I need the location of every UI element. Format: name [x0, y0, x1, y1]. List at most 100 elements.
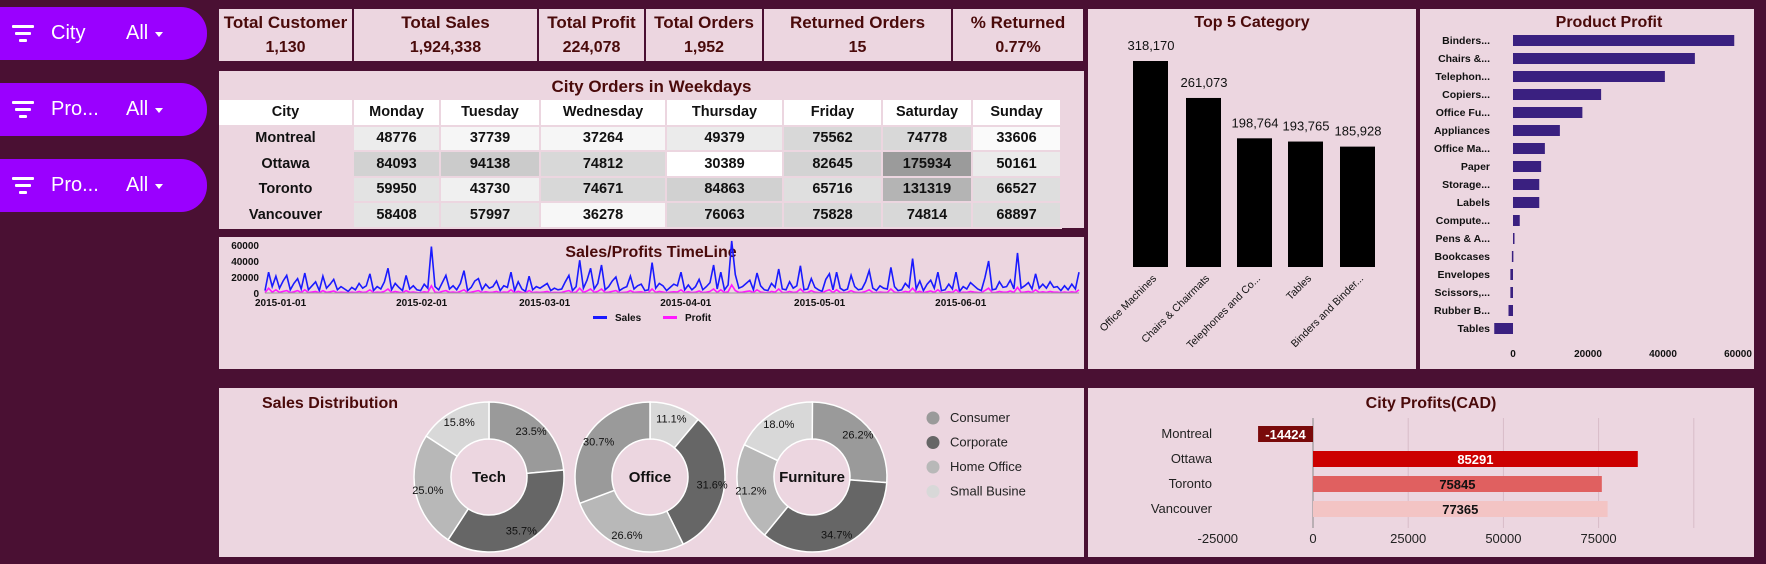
bar-data-label: 193,765 [1283, 119, 1330, 134]
heatmap-cell: 75828 [783, 202, 883, 229]
legend-swatch [926, 485, 940, 498]
heatmap-cell: 74671 [540, 176, 667, 203]
table-row: Ottawa 84093 94138 74812 30389 82645 175934 501… [219, 151, 1062, 178]
bar-data-label: 77365 [1442, 502, 1478, 517]
bar [1494, 323, 1513, 334]
bar [1513, 125, 1560, 136]
slice-label: 26.2% [842, 430, 873, 442]
heatmap-cell: 48776 [353, 125, 441, 152]
heatmap-cell: 84863 [666, 176, 784, 203]
heatmap-cell: 43730 [440, 176, 541, 203]
product-profit-chart: Product Profit Binders... Chairs &... Telep… [1434, 14, 1752, 360]
table-row: Montreal 48776 37739 37264 49379 75562 74778 33… [219, 125, 1062, 152]
kpi-returned-orders: Returned Orders 15 [764, 9, 951, 61]
kpi-title: Total Orders [654, 13, 754, 32]
x-tick-label: 50000 [1485, 531, 1521, 546]
bar [1513, 179, 1540, 190]
x-tick-label: -25000 [1198, 531, 1238, 546]
bar [1510, 287, 1513, 298]
legend-label-sales: Sales [615, 313, 642, 324]
x-tick-label: Tables [1284, 273, 1314, 303]
heatmap-cell: 74812 [540, 151, 667, 178]
y-tick-label: Copiers... [1442, 89, 1490, 101]
city-profits-chart: City Profits(CAD) Montreal -14424 Ottawa 852… [1151, 395, 1695, 546]
chevron-down-icon[interactable] [155, 32, 163, 37]
heatmap-cell: 58408 [353, 202, 441, 229]
kpi-total-orders: Total Orders 1,952 [646, 9, 762, 61]
filter-value[interactable]: All [126, 174, 148, 197]
x-tick-label: 0 [1309, 531, 1316, 546]
bar [1513, 143, 1545, 154]
x-tick-label: 2015-04-01 [660, 298, 712, 309]
heatmap-cell: 57997 [440, 202, 541, 229]
kpi-value: 224,078 [562, 39, 621, 56]
legend-swatch [926, 411, 940, 425]
y-tick-label: Compute... [1436, 215, 1490, 227]
table-row: Vancouver 58408 57997 36278 76063 75828 74814 6… [219, 202, 1062, 229]
filter-value[interactable]: All [126, 22, 148, 45]
bar [1340, 146, 1375, 267]
chevron-down-icon[interactable] [155, 108, 163, 113]
heatmap-cell: 76063 [666, 202, 784, 229]
y-tick-label: Tables [1458, 323, 1491, 335]
city-cell: Toronto [219, 176, 354, 203]
bar [1513, 53, 1695, 64]
filter-city[interactable]: City All [0, 7, 207, 60]
city-orders-table: City Monday Tuesday Wednesday Thursday F… [219, 100, 1062, 229]
y-tick-label: Pens & A... [1436, 233, 1491, 245]
heatmap-cell: 30389 [666, 151, 784, 178]
heatmap-cell: 74778 [882, 125, 973, 152]
filter-label: City [51, 22, 86, 44]
sales-distribution-chart: Sales Distribution 23.5% 35.7% 25.0% 15.8% Te… [262, 395, 1026, 553]
filter-product[interactable]: Pro... All [0, 83, 207, 136]
x-tick-label: 2015-05-01 [794, 298, 846, 309]
legend-label: Home Office [950, 459, 1022, 474]
city-cell: Vancouver [219, 202, 354, 229]
bar-data-label: 261,073 [1181, 75, 1228, 90]
y-tick-label: Office Ma... [1434, 143, 1490, 155]
bar [1513, 89, 1602, 100]
x-tick-label: 75000 [1581, 531, 1617, 546]
heatmap-cell: 50161 [972, 151, 1062, 178]
column-header: Tuesday [440, 100, 541, 127]
legend-label: Small Busine [950, 484, 1026, 499]
column-header: Thursday [666, 100, 784, 127]
kpi-value: 1,952 [683, 39, 725, 56]
legend-label: Corporate [950, 435, 1008, 450]
bar [1513, 107, 1583, 118]
kpi-percent-returned: % Returned 0.77% [953, 9, 1083, 61]
x-tick-label: 2015-01-01 [255, 298, 307, 309]
heatmap-cell: 49379 [666, 125, 784, 152]
filter-value[interactable]: All [126, 98, 148, 121]
y-tick-label: Chairs &... [1438, 53, 1490, 65]
slice-label: 18.0% [763, 419, 794, 431]
chevron-down-icon[interactable] [155, 184, 163, 189]
top5-category-chart: Top 5 Category 318,170 Office Machines 261,… [1098, 14, 1382, 351]
filter-product-category[interactable]: Pro... All [0, 159, 207, 212]
x-tick-label: 2015-02-01 [396, 298, 448, 309]
bar [1510, 269, 1513, 280]
slice-label: 26.6% [611, 530, 642, 542]
city-cell: Montreal [219, 125, 354, 152]
legend-swatch [926, 460, 940, 474]
legend-swatch [926, 436, 940, 449]
y-tick-label: Bookcases [1435, 251, 1491, 263]
x-tick-label: 40000 [1649, 349, 1677, 360]
bar-data-label: 75845 [1439, 477, 1475, 492]
bar [1513, 197, 1540, 208]
slice-label: 25.0% [412, 485, 443, 497]
bar-data-label: 185,928 [1335, 124, 1382, 139]
table-header-row: City Monday Tuesday Wednesday Thursday F… [219, 100, 1062, 127]
filter-icon [12, 177, 34, 195]
donut-center-label: Office [629, 469, 672, 486]
bar [1513, 35, 1735, 46]
donut-slice [578, 489, 685, 553]
column-header: Wednesday [540, 100, 667, 127]
filter-icon [12, 25, 34, 43]
bar [1511, 251, 1514, 262]
y-tick-label: Rubber B... [1434, 305, 1490, 317]
y-tick-label: 40000 [231, 257, 259, 268]
timeline-title: Sales/Profits TimeLine [565, 244, 736, 261]
slice-label: 11.1% [656, 413, 687, 425]
slice-label: 23.5% [515, 426, 546, 438]
